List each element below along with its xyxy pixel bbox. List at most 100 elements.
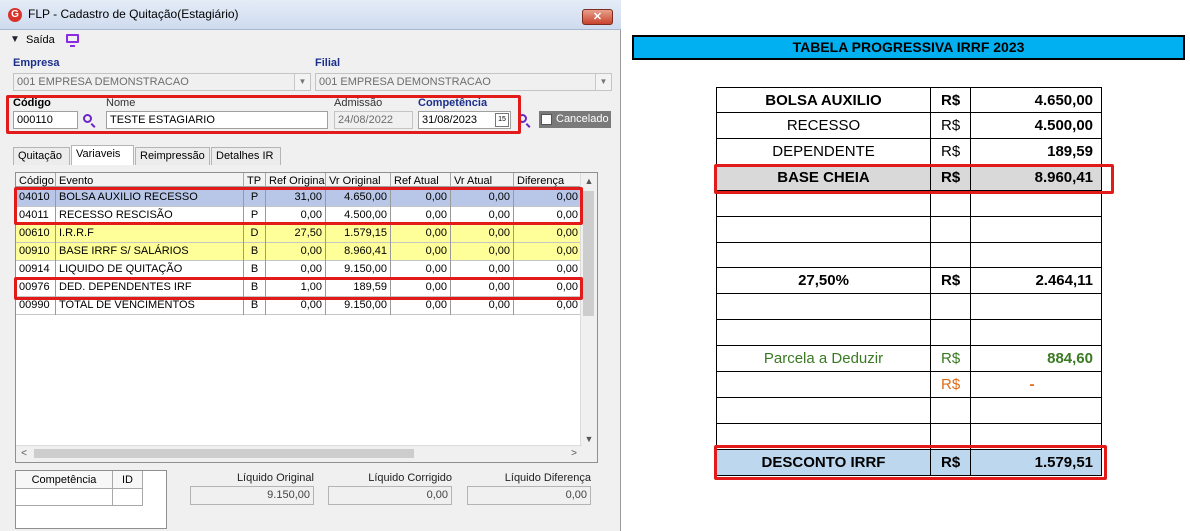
close-button[interactable]: ✕ [582, 9, 613, 25]
irrf-cell-value[interactable]: 884,60 [971, 346, 1102, 372]
irrf-cell-label[interactable] [716, 371, 931, 398]
cell-ref-original[interactable]: 0,00 [266, 243, 326, 261]
irrf-cell-label[interactable]: 27,50% [716, 268, 931, 295]
tab-reimpressao[interactable]: Reimpressão [135, 147, 210, 165]
cell-vr-atual[interactable]: 0,00 [451, 243, 514, 261]
cancelado-checkbox[interactable]: Cancelado [539, 111, 611, 128]
cell-tp[interactable]: D [244, 225, 266, 243]
id-cell[interactable] [113, 489, 143, 506]
cell-evento[interactable]: I.R.R.F [56, 225, 244, 243]
irrf-cell-currency[interactable] [931, 397, 971, 424]
scroll-right-icon[interactable]: > [566, 446, 582, 462]
liquido-original-field: 9.150,00 [190, 486, 314, 505]
filial-combo[interactable]: 001 EMPRESA DEMONSTRACAO ▼ [315, 73, 612, 91]
col-header-vr-original[interactable]: Vr Original [326, 173, 391, 187]
irrf-cell-currency[interactable]: R$ [931, 346, 971, 372]
tab-variaveis[interactable]: Variaveis [71, 145, 134, 165]
irrf-cell-currency[interactable] [931, 242, 971, 269]
irrf-cell-label[interactable] [716, 190, 931, 217]
table-row[interactable]: 00610 I.R.R.F D 27,50 1.579,15 0,00 0,00 0,00 [16, 225, 582, 243]
cell-ref-atual[interactable]: 0,00 [391, 225, 451, 243]
irrf-cell-label[interactable] [716, 397, 931, 424]
chevron-down-icon[interactable]: ▼ [294, 74, 310, 90]
irrf-cell-label[interactable]: RECESSO [716, 112, 931, 139]
irrf-cell-currency[interactable]: R$ [931, 87, 971, 113]
irrf-cell-currency[interactable] [931, 320, 971, 347]
irrf-cell-value[interactable]: 4.500,00 [971, 112, 1102, 139]
liquido-original-label: Líquido Original [236, 472, 314, 484]
exit-button[interactable]: Saída [26, 34, 55, 46]
irrf-cell-currency[interactable]: R$ [931, 112, 971, 139]
competencia-cell[interactable] [16, 489, 113, 506]
tab-quitacao[interactable]: Quitação [13, 147, 70, 165]
irrf-cell-currency[interactable] [931, 294, 971, 321]
irrf-cell-label[interactable] [716, 242, 931, 269]
cell-tp[interactable]: B [244, 243, 266, 261]
irrf-cell-value[interactable]: 4.650,00 [971, 87, 1102, 113]
cell-codigo[interactable]: 00910 [16, 243, 56, 261]
empresa-value: 001 EMPRESA DEMONSTRACAO [17, 76, 189, 88]
col-header-diferenca[interactable]: Diferença [514, 173, 582, 187]
irrf-cell-currency[interactable] [931, 190, 971, 217]
irrf-cell-label[interactable] [716, 216, 931, 243]
cell-diferenca[interactable]: 0,00 [514, 225, 582, 243]
table-row[interactable]: 00910 BASE IRRF S/ SALÁRIOS B 0,00 8.960,41 0… [16, 243, 582, 261]
cell-codigo[interactable]: 00610 [16, 225, 56, 243]
filial-value: 001 EMPRESA DEMONSTRACAO [319, 76, 491, 88]
scroll-up-icon[interactable]: ▲ [581, 173, 597, 189]
irrf-cell-label[interactable] [716, 294, 931, 321]
irrf-cell-label[interactable]: DEPENDENTE [716, 138, 931, 165]
irrf-cell-currency[interactable] [931, 216, 971, 243]
irrf-cell-value[interactable]: 2.464,11 [971, 268, 1102, 295]
cell-vr-atual[interactable]: 0,00 [451, 225, 514, 243]
highlight-desconto-irrf [714, 445, 1107, 480]
horizontal-scrollbar[interactable]: < > [16, 445, 582, 462]
chevron-down-icon[interactable]: ▼ [595, 74, 611, 90]
quitacao-window: G FLP - Cadastro de Quitação(Estagiário)… [0, 0, 621, 531]
highlight-dependentes-row [14, 277, 583, 300]
irrf-cell-value[interactable] [971, 320, 1102, 347]
cell-vr-original[interactable]: 1.579,15 [326, 225, 391, 243]
monitor-icon[interactable] [66, 34, 79, 47]
cell-diferenca[interactable]: 0,00 [514, 243, 582, 261]
scroll-thumb[interactable] [34, 449, 414, 458]
irrf-cell-value[interactable] [971, 190, 1102, 217]
tab-detalhes-ir[interactable]: Detalhes IR [211, 147, 281, 165]
checkbox-box[interactable] [541, 114, 552, 125]
empresa-combo[interactable]: 001 EMPRESA DEMONSTRACAO ▼ [13, 73, 311, 91]
col-header-codigo[interactable]: Código [16, 173, 56, 187]
window-title: FLP - Cadastro de Quitação(Estagiário) [28, 7, 239, 21]
exit-arrow-icon[interactable]: ▼ [10, 34, 20, 45]
col-header-vr-atual[interactable]: Vr Atual [451, 173, 514, 187]
empresa-label: Empresa [13, 57, 60, 69]
title-bar: G FLP - Cadastro de Quitação(Estagiário)… [0, 0, 621, 30]
scroll-down-icon[interactable]: ▼ [581, 431, 597, 447]
irrf-cell-value[interactable]: - [971, 371, 1102, 398]
irrf-cell-currency[interactable]: R$ [931, 268, 971, 295]
cell-evento[interactable]: BASE IRRF S/ SALÁRIOS [56, 243, 244, 261]
id-header[interactable]: ID [113, 471, 143, 489]
scroll-thumb[interactable] [583, 191, 594, 316]
cell-ref-atual[interactable]: 0,00 [391, 243, 451, 261]
competencia-id-grid[interactable]: Competência ID [15, 470, 167, 529]
competencia-header[interactable]: Competência [16, 471, 113, 489]
scroll-left-icon[interactable]: < [16, 446, 32, 462]
irrf-cell-value[interactable] [971, 216, 1102, 243]
col-header-tp[interactable]: TP [244, 173, 266, 187]
irrf-cell-value[interactable] [971, 242, 1102, 269]
irrf-cell-currency[interactable]: R$ [931, 138, 971, 165]
highlight-base-cheia [714, 164, 1114, 194]
cell-vr-original[interactable]: 8.960,41 [326, 243, 391, 261]
liquido-diferenca-label: Líquido Diferença [504, 472, 591, 484]
cell-ref-original[interactable]: 27,50 [266, 225, 326, 243]
irrf-cell-currency[interactable]: R$ [931, 371, 971, 398]
irrf-cell-value[interactable]: 189,59 [971, 138, 1102, 165]
col-header-evento[interactable]: Evento [56, 173, 244, 187]
col-header-ref-original[interactable]: Ref Original [266, 173, 326, 187]
irrf-cell-label[interactable]: BOLSA AUXILIO [716, 87, 931, 113]
irrf-cell-value[interactable] [971, 294, 1102, 321]
irrf-cell-value[interactable] [971, 397, 1102, 424]
irrf-cell-label[interactable] [716, 320, 931, 347]
col-header-ref-atual[interactable]: Ref Atual [391, 173, 451, 187]
irrf-cell-label[interactable]: Parcela a Deduzir [716, 346, 931, 372]
